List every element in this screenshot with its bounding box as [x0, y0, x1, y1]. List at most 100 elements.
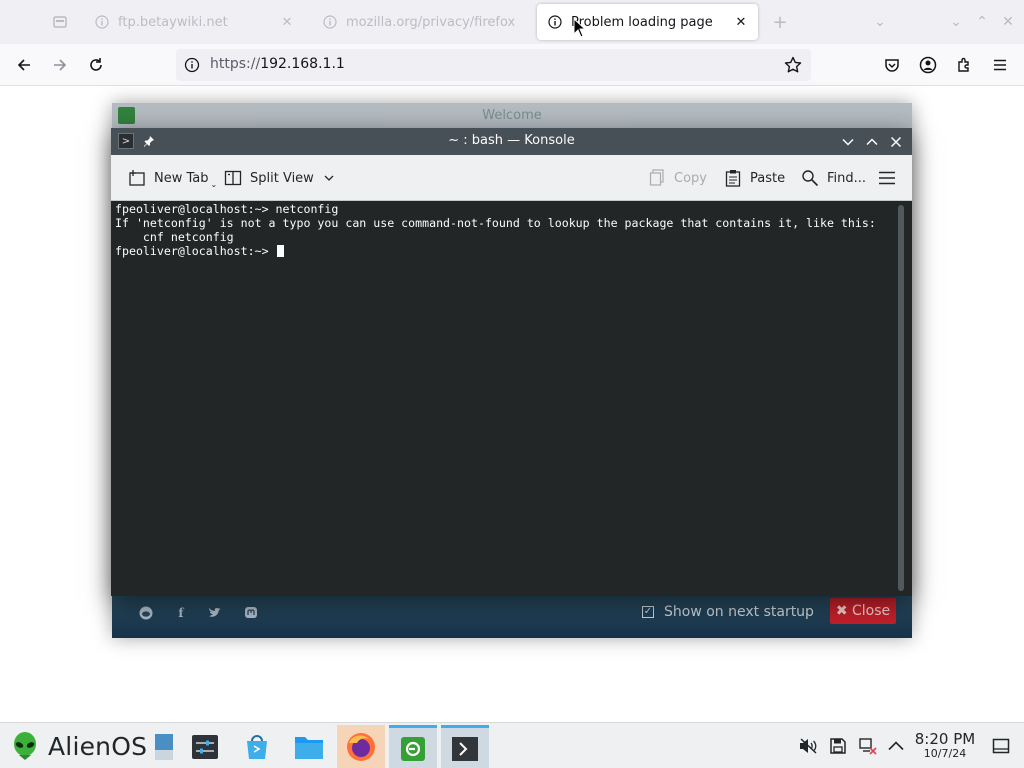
taskbar-discover[interactable] — [233, 725, 281, 768]
list-all-tabs-icon[interactable]: ⌄ — [870, 12, 890, 32]
minimize-icon[interactable] — [839, 133, 857, 151]
konsole-title: ~ : bash — Konsole — [448, 133, 575, 148]
tab-title: mozilla.org/privacy/firefox — [346, 14, 516, 30]
show-on-startup-checkbox[interactable]: ✓ Show on next startup — [642, 604, 814, 620]
bookmark-star-icon[interactable] — [783, 55, 803, 75]
taskbar-firefox[interactable] — [337, 725, 385, 768]
browser-tab-strip: ftp.betaywiki.net ✕ mozilla.org/privacy/… — [0, 0, 1024, 44]
url-host: 192.168.1.1 — [260, 56, 345, 72]
welcome-footer: f ✓ Show on next startup ✖ Close — [112, 594, 912, 638]
split-view-label: Split View — [250, 170, 314, 186]
info-icon — [322, 14, 338, 30]
terminal-scrollbar[interactable] — [896, 203, 906, 593]
taskbar-system-settings[interactable] — [181, 725, 229, 768]
scrollbar-thumb[interactable] — [898, 205, 904, 591]
taskbar-show-desktop[interactable] — [146, 725, 182, 768]
welcome-titlebar[interactable]: Welcome — [112, 103, 912, 129]
disk-icon[interactable] — [827, 735, 849, 757]
settings-icon — [192, 735, 218, 759]
folder-icon — [295, 737, 323, 759]
terminal-line: fpeoliver@localhost:~> netconfig — [115, 202, 339, 216]
site-info-icon[interactable] — [184, 57, 200, 73]
tab-problem-loading-page[interactable]: Problem loading page ✕ — [537, 4, 758, 40]
new-tab-icon[interactable]: + — [770, 12, 790, 33]
terminal-prompt: fpeoliver@localhost:~> — [115, 244, 276, 258]
clock-time: 8:20 PM — [914, 730, 976, 748]
chevron-down-icon[interactable] — [324, 171, 334, 186]
close-icon[interactable] — [887, 133, 905, 151]
dropdown-indicator-icon: ⌄ — [210, 179, 218, 189]
url-text[interactable]: https://192.168.1.1 — [210, 56, 345, 72]
forward-icon[interactable] — [46, 51, 74, 79]
browser-navbar: https://192.168.1.1 — [0, 44, 1024, 86]
paste-button[interactable]: Paste — [723, 166, 785, 190]
konsole-toolbar: New Tab ⌄ Split View Copy Paste Find... — [111, 155, 912, 201]
pocket-icon[interactable] — [878, 51, 906, 79]
reload-icon[interactable] — [82, 51, 110, 79]
maximize-icon[interactable] — [863, 133, 881, 151]
welcome-close-button[interactable]: ✖ Close — [830, 598, 896, 624]
tab-ftp-betaywiki[interactable]: ftp.betaywiki.net ✕ — [84, 4, 304, 40]
taskbar-welcome[interactable] — [389, 725, 437, 768]
info-icon — [94, 14, 110, 30]
paste-icon — [723, 168, 743, 188]
find-button[interactable]: Find... — [800, 166, 866, 190]
checkbox-checked-icon[interactable]: ✓ — [642, 606, 654, 618]
clock[interactable]: 8:20 PM 10/7/24 — [910, 731, 980, 761]
new-tab-label: New Tab — [154, 170, 209, 186]
find-label: Find... — [827, 170, 867, 186]
notifications-icon[interactable] — [990, 735, 1012, 757]
copy-icon — [647, 168, 667, 188]
info-icon — [547, 14, 563, 30]
konsole-window: > ~ : bash — Konsole New Tab ⌄ Split Vie… — [111, 128, 912, 596]
desktop: ftp.betaywiki.net ✕ mozilla.org/privacy/… — [0, 0, 1024, 768]
facebook-icon[interactable]: f — [173, 605, 189, 621]
close-window-icon[interactable]: ✕ — [998, 12, 1018, 32]
clock-date: 10/7/24 — [923, 747, 967, 760]
konsole-titlebar[interactable]: > ~ : bash — Konsole — [111, 128, 912, 155]
terminal-prompt-line: fpeoliver@localhost:~> — [115, 244, 912, 258]
extensions-icon[interactable] — [950, 51, 978, 79]
hamburger-menu-icon — [877, 168, 897, 188]
network-disconnected-icon[interactable] — [857, 735, 879, 757]
close-tab-icon[interactable]: ✕ — [730, 11, 752, 33]
new-tab-icon — [127, 168, 147, 188]
start-label: AlienOS — [48, 731, 148, 761]
menu-icon[interactable] — [986, 51, 1014, 79]
reddit-icon[interactable] — [138, 605, 154, 621]
firefox-icon — [347, 733, 375, 761]
terminal-line: If 'netconfig' is not a typo you can use… — [115, 216, 876, 230]
account-icon[interactable] — [914, 51, 942, 79]
url-protocol: https:// — [210, 56, 261, 72]
new-tab-button[interactable]: New Tab ⌄ — [127, 166, 217, 190]
back-icon[interactable] — [10, 51, 38, 79]
url-bar[interactable]: https://192.168.1.1 — [176, 49, 811, 81]
minimize-window-icon[interactable]: ⌄ — [946, 12, 966, 32]
mouse-pointer-icon — [573, 18, 587, 38]
split-view-button[interactable]: Split View — [223, 166, 334, 190]
show-hidden-icons-icon[interactable] — [885, 735, 907, 757]
close-tab-icon[interactable]: ✕ — [276, 11, 298, 33]
copy-button[interactable]: Copy — [647, 166, 707, 190]
terminal-output[interactable]: fpeoliver@localhost:~> netconfig If 'netc… — [111, 201, 912, 596]
hamburger-menu-button[interactable] — [877, 166, 904, 190]
alien-logo-icon — [14, 732, 36, 760]
terminal-line: cnf netconfig — [115, 230, 234, 244]
taskbar: AlienOS 8:20 PM 10/7/24 — [0, 722, 1024, 768]
paste-label: Paste — [750, 170, 786, 186]
twitter-icon[interactable] — [207, 605, 223, 621]
start-menu-button[interactable]: AlienOS — [10, 729, 147, 763]
copy-label: Copy — [674, 170, 707, 186]
taskbar-konsole[interactable] — [441, 725, 489, 768]
taskbar-file-manager[interactable] — [285, 725, 333, 768]
volume-muted-icon[interactable] — [797, 735, 819, 757]
welcome-title: Welcome — [482, 108, 542, 123]
firefox-view-icon[interactable] — [50, 12, 70, 32]
mastodon-icon[interactable] — [243, 605, 259, 621]
terminal-icon — [452, 736, 478, 761]
tab-mozilla-privacy[interactable]: mozilla.org/privacy/firefox — [312, 4, 530, 40]
show-on-startup-label: Show on next startup — [664, 604, 814, 620]
split-view-icon — [223, 168, 243, 188]
maximize-window-icon[interactable]: ⌃ — [972, 12, 992, 32]
welcome-app-icon — [401, 736, 425, 761]
